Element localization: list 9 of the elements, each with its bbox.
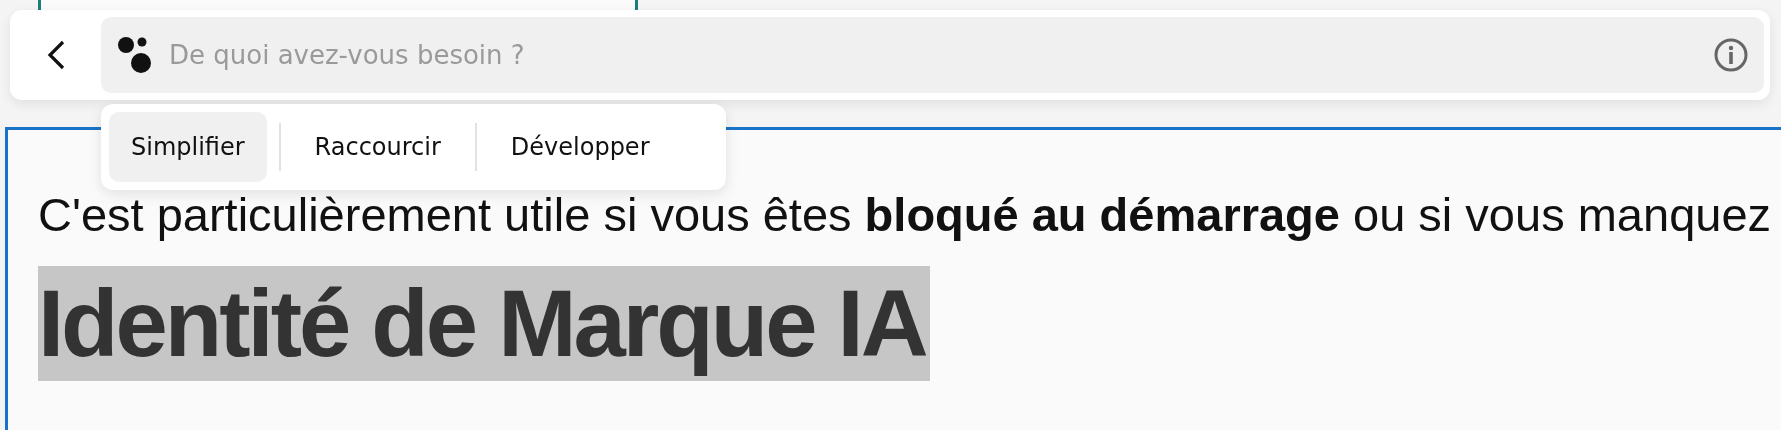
heading: Identité de Marque IA <box>38 266 930 381</box>
prompt-field[interactable]: De quoi avez-vous besoin ? <box>101 17 1764 93</box>
dots-icon <box>117 35 153 75</box>
menu-item[interactable]: Raccourcir <box>292 112 463 182</box>
prompt-input[interactable]: De quoi avez-vous besoin ? <box>167 39 1700 71</box>
menu-item[interactable]: Développer <box>488 112 672 182</box>
menu-item[interactable]: Simplifier <box>109 112 267 182</box>
paragraph: C'est particulièrement utile si vous êtes bloqué au démarrage ou si vous manquez <box>38 190 1773 240</box>
info-icon <box>1714 38 1748 72</box>
